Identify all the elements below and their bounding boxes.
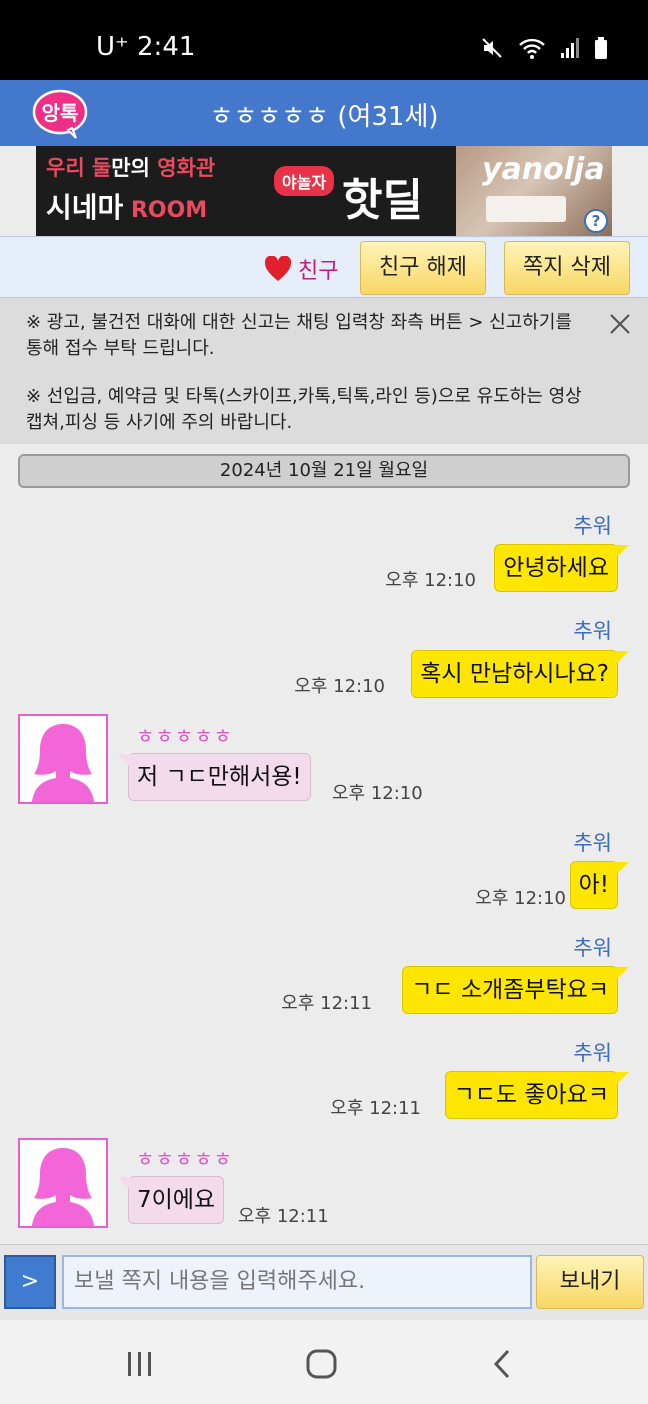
message-bubble-out[interactable]: ㄱㄷ 소개좀부탁요ㅋ: [402, 966, 629, 1014]
message-input[interactable]: 보낼 쪽지 내용을 입력해주세요.: [62, 1255, 532, 1309]
ad-help-icon[interactable]: ?: [584, 209, 608, 233]
heart-icon: [264, 256, 292, 282]
ad-brand: yanolja: [482, 152, 605, 187]
avatar[interactable]: [18, 714, 108, 804]
avatar-silhouette-icon: [32, 1148, 94, 1226]
message-bubble-out[interactable]: 아!: [569, 861, 630, 909]
recent-apps-icon[interactable]: [120, 1344, 160, 1384]
page-title: ㅎㅎㅎㅎㅎ (여31세): [209, 102, 439, 132]
friend-label: 친구: [298, 259, 339, 284]
delete-message-button[interactable]: 쪽지 삭제: [504, 241, 630, 295]
app-header: 앙톡 ㅎㅎㅎㅎㅎ (여31세): [0, 80, 648, 146]
message-time: 오후 12:11: [238, 1206, 329, 1227]
ad-hotdeal: 핫딜: [342, 175, 423, 226]
action-bar: 친구 친구 해제 쪽지 삭제: [0, 236, 648, 298]
input-bar: > 보낼 쪽지 내용을 입력해주세요. 보내기: [0, 1244, 648, 1320]
date-divider: 2024년 10월 21일 월요일: [18, 454, 630, 488]
message-time: 오후 12:11: [330, 1098, 421, 1119]
ad-line1: 우리 둘만의 영화관: [46, 156, 216, 180]
ad-pill: 야놀자: [274, 166, 335, 196]
status-carrier-time: U⁺ 2:41: [96, 32, 196, 62]
mute-icon: [480, 36, 504, 60]
sender-name: 추워: [573, 514, 612, 538]
sender-name: 추워: [573, 1041, 612, 1065]
message-bubble-in[interactable]: 7이에요: [116, 1176, 225, 1224]
ad-bed-shape: [486, 196, 566, 222]
back-icon[interactable]: [484, 1344, 524, 1384]
wifi-icon: [518, 36, 546, 60]
message-time: 오후 12:10: [385, 570, 476, 591]
sender-name: ㅎㅎㅎㅎㅎ: [136, 724, 233, 748]
notice-text-scam: ※ 선입금, 예약금 및 타톡(스카이프,카톡,틱톡,라인 등)으로 유도하는 …: [26, 386, 582, 433]
send-button[interactable]: 보내기: [536, 1255, 644, 1309]
unfriend-button[interactable]: 친구 해제: [360, 241, 486, 295]
ad-banner[interactable]: 우리 둘만의 영화관 시네마 ROOM 야놀자 핫딜 yanolja ?: [36, 146, 612, 236]
message-bubble-out[interactable]: 혹시 만남하시나요?: [411, 650, 629, 698]
avatar[interactable]: [18, 1138, 108, 1228]
message-time: 오후 12:11: [281, 993, 372, 1014]
ad-line2: 시네마 ROOM: [46, 191, 208, 224]
navigation-bar: [0, 1320, 648, 1404]
status-icons: [480, 36, 608, 60]
message-bubble-out[interactable]: ㄱㄷ도 좋아요ㅋ: [444, 1071, 630, 1119]
sender-name: 추워: [573, 619, 612, 643]
notice-text-report: ※ 광고, 불건전 대화에 대한 신고는 채팅 입력창 좌측 버튼 > 신고하기…: [26, 312, 572, 359]
status-bar: U⁺ 2:41: [0, 0, 648, 80]
avatar-silhouette-icon: [32, 724, 94, 802]
notice-panel: ※ 광고, 불건전 대화에 대한 신고는 채팅 입력창 좌측 버튼 > 신고하기…: [0, 298, 648, 444]
friend-status: 친구: [264, 253, 338, 285]
message-bubble-out[interactable]: 안녕하세요: [494, 544, 629, 592]
home-icon[interactable]: [302, 1344, 342, 1384]
message-bubble-in[interactable]: 저 ㄱㄷ만해서용!: [117, 753, 311, 801]
message-time: 오후 12:10: [294, 676, 385, 697]
sender-name: 추워: [573, 831, 612, 855]
message-time: 오후 12:10: [475, 888, 566, 909]
signal-icon: [560, 36, 580, 60]
close-icon[interactable]: [608, 312, 632, 336]
message-time: 오후 12:10: [332, 783, 423, 804]
menu-toggle-button[interactable]: >: [4, 1255, 56, 1309]
sender-name: ㅎㅎㅎㅎㅎ: [136, 1147, 233, 1171]
sender-name: 추워: [573, 936, 612, 960]
battery-icon: [594, 36, 608, 60]
